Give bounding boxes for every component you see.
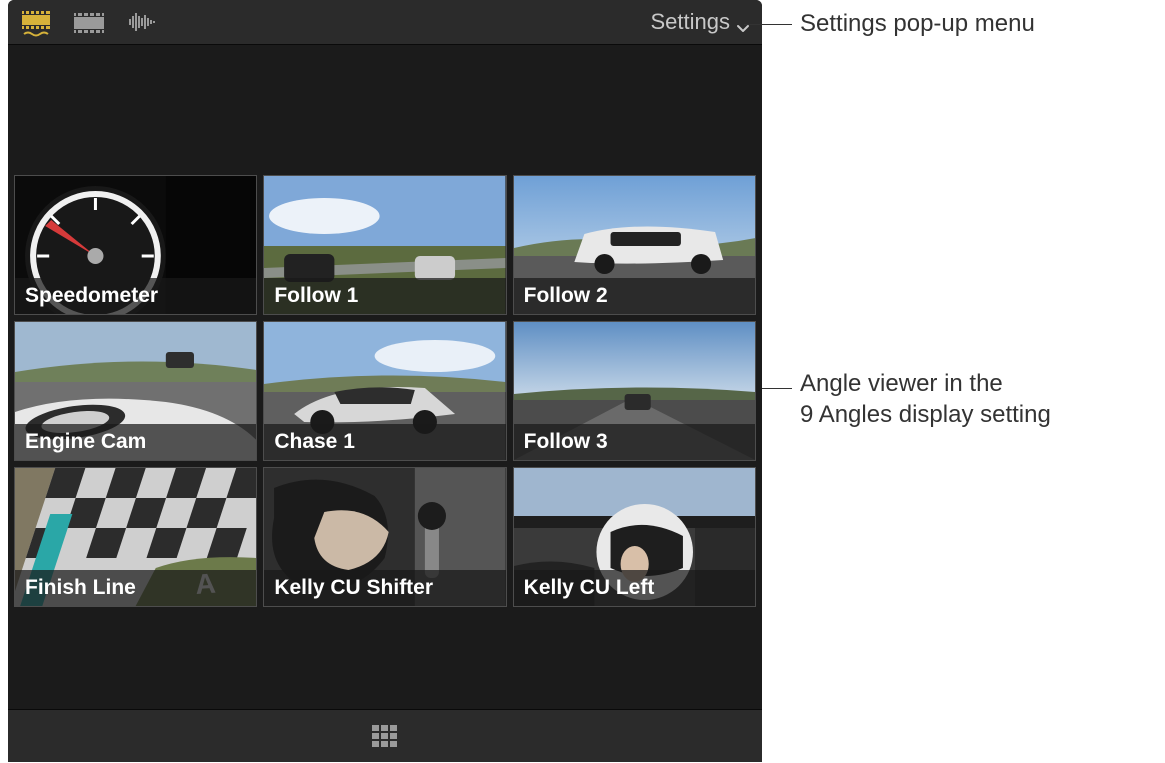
angle-viewer-bottom-bar <box>8 709 762 762</box>
angle-label: Kelly CU Left <box>514 570 755 606</box>
angle-label: Follow 3 <box>514 424 755 460</box>
filmstrip-icon[interactable] <box>72 7 110 37</box>
angle-label: Speedometer <box>15 278 256 314</box>
callout-angle-viewer: Angle viewer in the 9 Angles display set… <box>800 368 1051 430</box>
view-mode-buttons <box>20 7 162 37</box>
angle-viewer-panel: Settings <box>8 0 762 762</box>
angle-cell-follow-1[interactable]: Follow 1 <box>263 175 506 315</box>
angle-label: Finish Line <box>15 570 256 606</box>
angle-grid-container: Speedometer Follow 1 <box>8 45 762 607</box>
angle-label: Follow 2 <box>514 278 755 314</box>
angle-cell-follow-3[interactable]: Follow 3 <box>513 321 756 461</box>
callout-settings: Settings pop-up menu <box>800 8 1035 39</box>
angle-cell-follow-2[interactable]: Follow 2 <box>513 175 756 315</box>
filmstrip-audio-icon[interactable] <box>20 7 58 37</box>
settings-popup-menu[interactable]: Settings <box>651 9 751 35</box>
callout-line <box>744 24 792 25</box>
angle-grid: Speedometer Follow 1 <box>14 175 756 607</box>
angle-cell-chase-1[interactable]: Chase 1 <box>263 321 506 461</box>
angle-label: Engine Cam <box>15 424 256 460</box>
waveform-icon[interactable] <box>124 7 162 37</box>
chevron-down-icon <box>736 15 750 29</box>
angle-viewer-toolbar: Settings <box>8 0 762 45</box>
angle-cell-finish-line[interactable]: A Finish Line <box>14 467 257 607</box>
callout-text-line1: Angle viewer in the <box>800 368 1051 399</box>
settings-label: Settings <box>651 9 731 35</box>
callout-line <box>762 388 792 389</box>
angle-label: Chase 1 <box>264 424 505 460</box>
angle-label: Follow 1 <box>264 278 505 314</box>
angle-cell-engine-cam[interactable]: Engine Cam <box>14 321 257 461</box>
angle-cell-kelly-cu-shifter[interactable]: Kelly CU Shifter <box>263 467 506 607</box>
angle-cell-speedometer[interactable]: Speedometer <box>14 175 257 315</box>
angle-cell-kelly-cu-left[interactable]: Kelly CU Left <box>513 467 756 607</box>
angle-label: Kelly CU Shifter <box>264 570 505 606</box>
grid-layout-button[interactable] <box>370 721 400 751</box>
callout-text-line2: 9 Angles display setting <box>800 399 1051 430</box>
